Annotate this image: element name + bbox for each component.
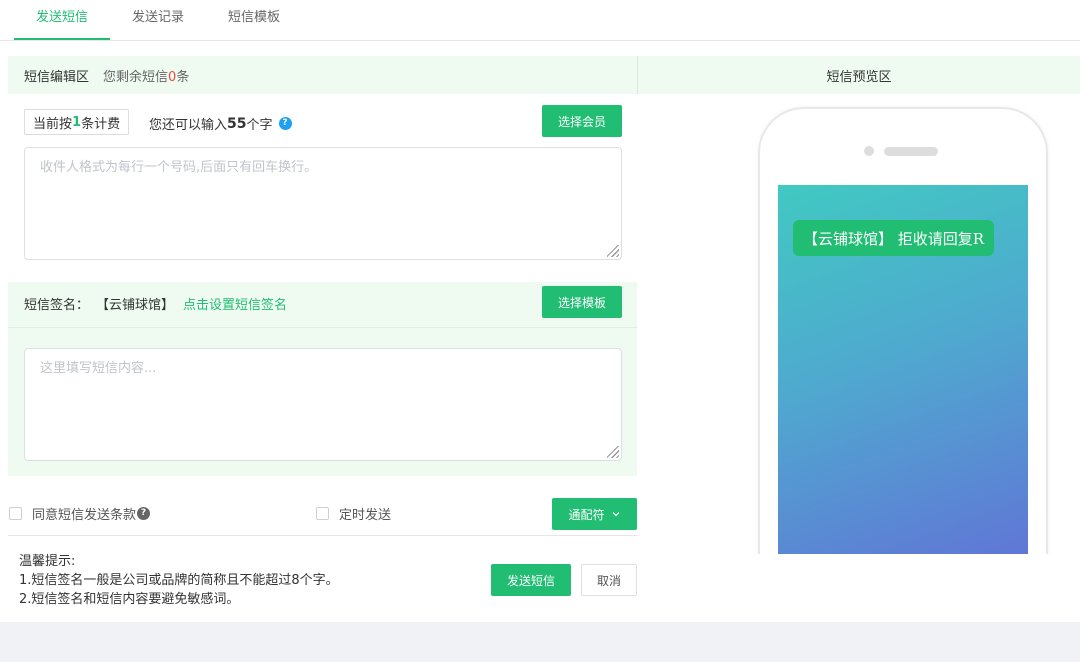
agree-terms-option: 同意短信发送条款 ? — [9, 504, 151, 523]
recipients-input[interactable]: 收件人格式为每行一个号码,后面只有回车换行。 — [24, 147, 622, 260]
resize-handle[interactable] — [607, 245, 619, 257]
options-divider — [8, 535, 637, 536]
recipients-placeholder: 收件人格式为每行一个号码,后面只有回车换行。 — [40, 160, 318, 175]
billing-badge: 当前按 1 条计费 — [24, 109, 130, 135]
signature-label: 短信签名： — [24, 298, 90, 313]
phone-speaker — [884, 147, 938, 156]
preview-footer-mask — [637, 554, 1080, 622]
signature-divider — [8, 327, 637, 328]
char-remaining: 您还可以输入 55 个字 ? — [149, 114, 292, 133]
tab-sms-templates[interactable]: 短信模板 — [206, 0, 302, 40]
select-member-button[interactable]: 选择会员 — [542, 105, 622, 137]
wildcard-button[interactable]: 通配符 — [552, 498, 637, 530]
char-remaining-prefix: 您还可以输入 — [149, 118, 228, 133]
tabs-divider — [0, 40, 1080, 41]
tips-line-1: 1.短信签名一般是公司或品牌的简称且不能超过8个字。 — [19, 573, 339, 588]
send-sms-button[interactable]: 发送短信 — [491, 564, 571, 596]
editor-header: 短信编辑区 您剩余短信0条 — [8, 56, 637, 94]
resize-handle[interactable] — [607, 446, 619, 458]
signature-name: 【云铺球馆】 — [96, 298, 175, 313]
phone-camera — [864, 146, 874, 156]
preview-message-bubble: 【云铺球馆】 拒收请回复R — [793, 220, 995, 256]
char-remaining-count: 55 — [227, 115, 247, 132]
agree-terms-label[interactable]: 同意短信发送条款 — [32, 504, 136, 523]
tab-send-sms[interactable]: 发送短信 — [14, 0, 111, 40]
tips-line-2: 2.短信签名和短信内容要避免敏感词。 — [19, 592, 240, 607]
preview-header: 短信预览区 — [637, 56, 1080, 94]
scheduled-send-option: 定时发送 — [316, 504, 391, 523]
terms-help-icon[interactable]: ? — [137, 507, 151, 520]
scheduled-send-label[interactable]: 定时发送 — [339, 504, 391, 523]
agree-terms-checkbox[interactable] — [9, 507, 22, 520]
phone-mockup: 【云铺球馆】 拒收请回复R — [758, 107, 1048, 567]
billing-prefix: 当前按 — [33, 116, 73, 132]
tab-bar: 发送短信 发送记录 短信模板 — [14, 0, 302, 40]
content-placeholder: 这里填写短信内容... — [40, 361, 157, 376]
remaining-prefix: 您剩余短信 — [103, 69, 169, 85]
set-signature-link[interactable]: 点击设置短信签名 — [183, 294, 287, 313]
sms-content-input[interactable]: 这里填写短信内容... — [24, 348, 622, 461]
remaining-suffix: 条 — [176, 69, 190, 85]
billing-count: 1 — [72, 114, 82, 130]
wildcard-label: 通配符 — [568, 507, 605, 522]
phone-screen: 【云铺球馆】 拒收请回复R — [778, 185, 1028, 567]
tips-title: 温馨提示: — [19, 554, 76, 569]
sms-page: 发送短信 发送记录 短信模板 短信编辑区 您剩余短信0条 当前按 1 条计费 您还可… — [0, 0, 1080, 622]
scheduled-send-checkbox[interactable] — [316, 507, 329, 520]
cancel-button[interactable]: 取消 — [581, 564, 637, 596]
select-template-button[interactable]: 选择模板 — [542, 286, 622, 318]
editor-title: 短信编辑区 — [24, 69, 90, 85]
tab-send-records[interactable]: 发送记录 — [110, 0, 206, 40]
remaining-sms: 您剩余短信0条 — [103, 66, 189, 85]
chevron-down-icon — [612, 512, 619, 517]
tips-block: 温馨提示: 1.短信签名一般是公司或品牌的简称且不能超过8个字。 2.短信签名和… — [19, 552, 339, 609]
char-remaining-suffix: 个字 — [246, 118, 273, 133]
help-icon[interactable]: ? — [278, 117, 292, 130]
billing-suffix: 条计费 — [81, 116, 121, 132]
